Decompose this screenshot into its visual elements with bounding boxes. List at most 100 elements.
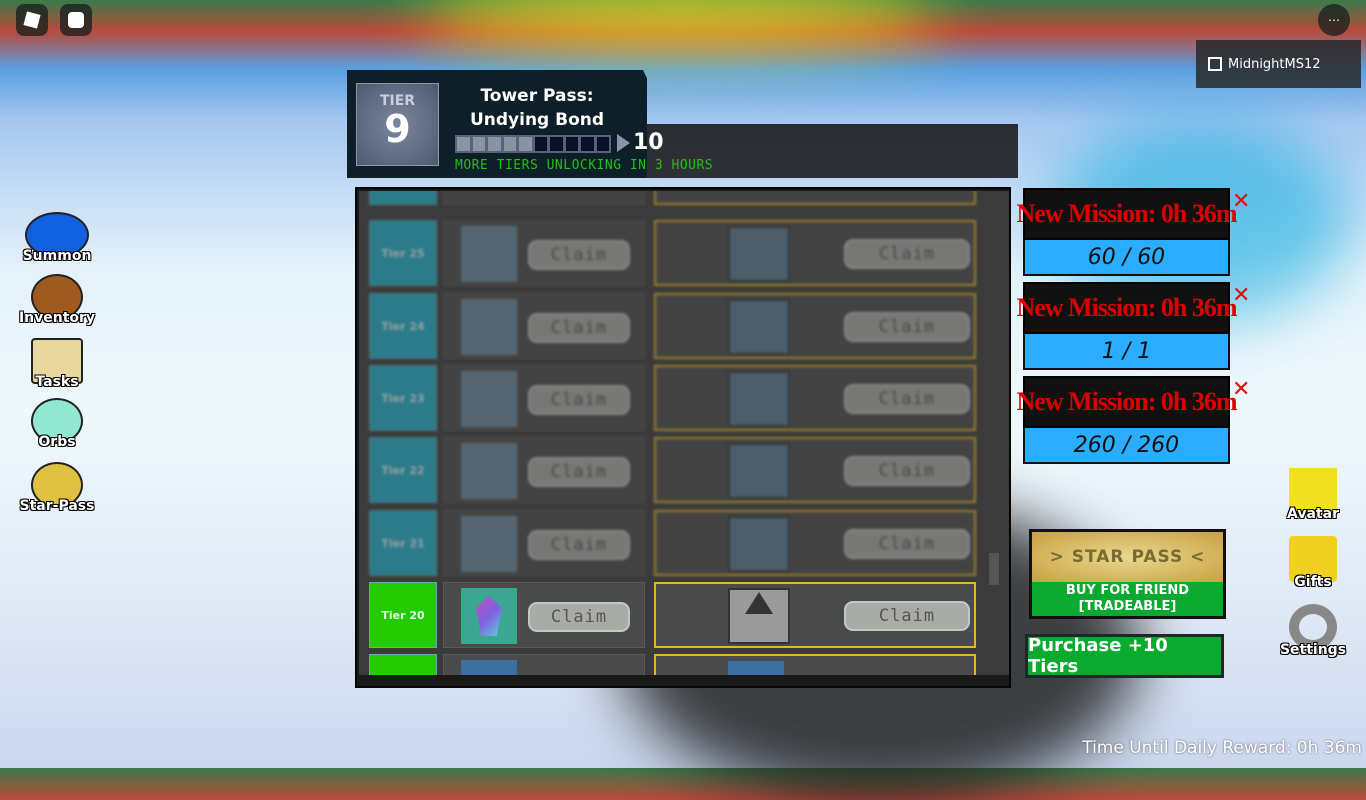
close-icon[interactable]: ✕ (1232, 379, 1250, 401)
premium-reward: Claim (654, 220, 976, 286)
wizard-character-icon (728, 588, 790, 644)
mission-card: New Mission: 0h 36m 60 / 60 (1016, 188, 1238, 280)
reward-item-icon (461, 299, 517, 355)
progress-segment (488, 137, 501, 151)
premium-claim-button[interactable]: Claim (844, 529, 970, 559)
premium-reward: Claim (654, 582, 976, 648)
tier-label: Tier 23 (369, 365, 437, 431)
user-badge: MidnightMS12 (1196, 40, 1361, 88)
free-claim-button[interactable]: Claim (528, 313, 630, 343)
tier-value: 9 (384, 107, 411, 151)
more-options-button[interactable]: ⋯ (1318, 4, 1350, 36)
premium-claim-button[interactable]: Claim (844, 601, 970, 631)
reward-item-icon (728, 226, 790, 282)
pass-rewards-panel: Tier 25 Claim Claim Tier 24 Claim Claim … (355, 187, 1011, 688)
daily-reward-timer: Time Until Daily Reward: 0h 36m (1082, 738, 1362, 758)
reward-row: Tier 24 Claim Claim (359, 293, 1009, 359)
menu-label: Avatar (1287, 506, 1339, 522)
chat-icon (68, 12, 84, 28)
menu-star-pass-button[interactable]: Star-Pass (16, 462, 98, 514)
premium-icon (1208, 57, 1222, 71)
premium-reward: Claim (654, 293, 976, 359)
tier-label: Tier 24 (369, 293, 437, 359)
reward-item-icon (728, 516, 790, 572)
premium-reward: Claim (654, 510, 976, 576)
menu-label: Settings (1279, 642, 1347, 658)
menu-label: Orbs (38, 434, 76, 450)
free-claim-button[interactable]: Claim (528, 530, 630, 560)
reward-item-icon (461, 226, 517, 282)
tradeable-label: [TRADEABLE] (1078, 599, 1177, 614)
mission-title: New Mission: 0h 36m (1016, 188, 1238, 240)
menu-inventory-button[interactable]: Inventory (16, 274, 98, 326)
unlock-notice: MORE TIERS UNLOCKING IN 3 HOURS (455, 158, 714, 173)
progress-segment (519, 137, 532, 151)
reward-item-icon (728, 443, 790, 499)
mission-title: New Mission: 0h 36m (1016, 282, 1238, 334)
premium-claim-button[interactable]: Claim (844, 456, 970, 486)
progress-segment (565, 137, 578, 151)
free-claim-button[interactable]: Claim (528, 385, 630, 415)
progress-segment (596, 137, 609, 151)
buy-for-friend-label: BUY FOR FRIEND (1065, 583, 1190, 598)
free-claim-button[interactable]: Claim (528, 457, 630, 487)
mission-progress: 1 / 1 (1023, 334, 1230, 370)
premium-reward: Claim (654, 437, 976, 503)
scrollbar-thumb[interactable] (989, 553, 999, 585)
reward-row: Tier 23 Claim Claim (359, 365, 1009, 431)
close-icon[interactable]: ✕ (1232, 191, 1250, 213)
roblox-logo-icon (23, 11, 41, 29)
mission-progress: 60 / 60 (1023, 240, 1230, 276)
arrow-right-icon (617, 134, 630, 152)
crystal-icon (461, 588, 517, 644)
menu-summon-button[interactable]: Summon (16, 212, 98, 264)
next-tier: 10 (633, 130, 664, 155)
username: MidnightMS12 (1228, 56, 1321, 72)
tier-label: Tier 25 (369, 220, 437, 286)
menu-settings-button[interactable]: Settings (1278, 604, 1348, 658)
menu-orbs-button[interactable]: Orbs (16, 398, 98, 450)
free-reward: Claim (443, 220, 645, 286)
free-claim-button[interactable]: Claim (528, 240, 630, 270)
reward-item-icon (461, 371, 517, 427)
reward-row: Tier 20 Claim Claim (359, 582, 1009, 648)
premium-claim-button[interactable]: Claim (844, 384, 970, 414)
menu-label: Gifts (1294, 574, 1332, 590)
menu-gifts-button[interactable]: Gifts (1278, 536, 1348, 590)
progress-segment (472, 137, 485, 151)
reward-item-icon (728, 371, 790, 427)
premium-claim-button[interactable]: Claim (844, 239, 970, 269)
menu-avatar-button[interactable]: Avatar (1278, 468, 1348, 522)
menu-label: Summon (22, 248, 92, 264)
progress-segment (534, 137, 547, 151)
free-claim-button[interactable]: Claim (528, 602, 630, 632)
ellipsis-icon: ⋯ (1328, 13, 1340, 27)
menu-label: Inventory (18, 310, 96, 326)
reward-row (359, 654, 1009, 675)
mission-title: New Mission: 0h 36m (1016, 376, 1238, 428)
roblox-menu-button[interactable] (16, 4, 48, 36)
star-pass-button[interactable]: > STAR PASS < BUY FOR FRIEND [TRADEABLE] (1029, 529, 1226, 619)
tier-label: Tier 22 (369, 437, 437, 503)
chat-button[interactable] (60, 4, 92, 36)
reward-item-icon (461, 443, 517, 499)
tier-label: Tier 21 (369, 510, 437, 576)
free-reward: Claim (443, 365, 645, 431)
menu-label: Tasks (35, 374, 79, 390)
progress-segment (550, 137, 563, 151)
progress-segment (457, 137, 470, 151)
mission-progress: 260 / 260 (1023, 428, 1230, 464)
purchase-tiers-button[interactable]: Purchase +10 Tiers (1025, 634, 1224, 678)
pass-header: TIER 9 Tower Pass: Undying Bond 10 MORE … (347, 70, 1018, 178)
progress-segment (581, 137, 594, 151)
menu-tasks-button[interactable]: Tasks (16, 338, 98, 390)
free-reward: Claim (443, 437, 645, 503)
premium-claim-button[interactable]: Claim (844, 312, 970, 342)
pass-title: Tower Pass: (480, 86, 594, 106)
reward-row: Tier 22 Claim Claim (359, 437, 1009, 503)
rewards-scroll-list[interactable]: Tier 25 Claim Claim Tier 24 Claim Claim … (359, 191, 1009, 675)
background-blur (420, 0, 940, 50)
tier-progress-bar (455, 135, 611, 153)
close-icon[interactable]: ✕ (1232, 285, 1250, 307)
current-tier-box: TIER 9 (356, 83, 439, 166)
